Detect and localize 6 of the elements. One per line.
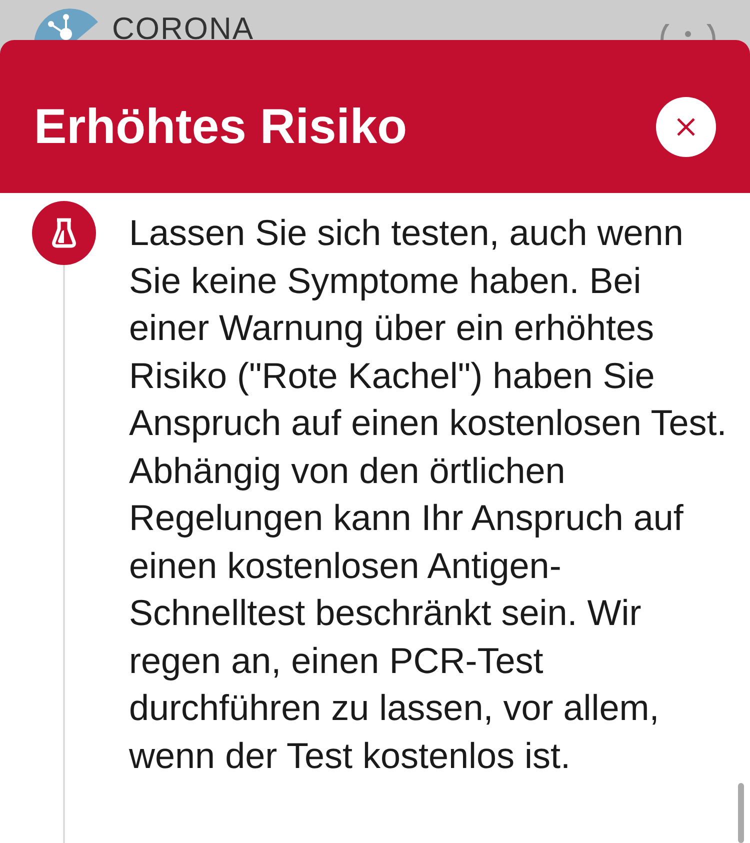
- flask-icon: [32, 201, 96, 265]
- logo-text: CORONA: [112, 12, 254, 40]
- step-text: Lassen Sie sich testen, auch wenn Sie keine Symptome haben. Bei einer Warnung über ein erhöhtes Risiko ("Rote Kachel") haben Sie Anspruch auf einen kostenlosen Test. Abhängig von den örtlichen Regelungen kann Ihr Anspruch auf einen kostenlosen Antigen-Schnelltest beschränkt sein. Wir regen an, einen PCR-Test durchführen zu lassen, vor allem, wenn der Test kostenlos ist.: [129, 211, 728, 778]
- sheet-title: Erhöhtes Risiko: [34, 98, 408, 154]
- scrollbar: [738, 783, 744, 843]
- close-icon: [676, 116, 696, 136]
